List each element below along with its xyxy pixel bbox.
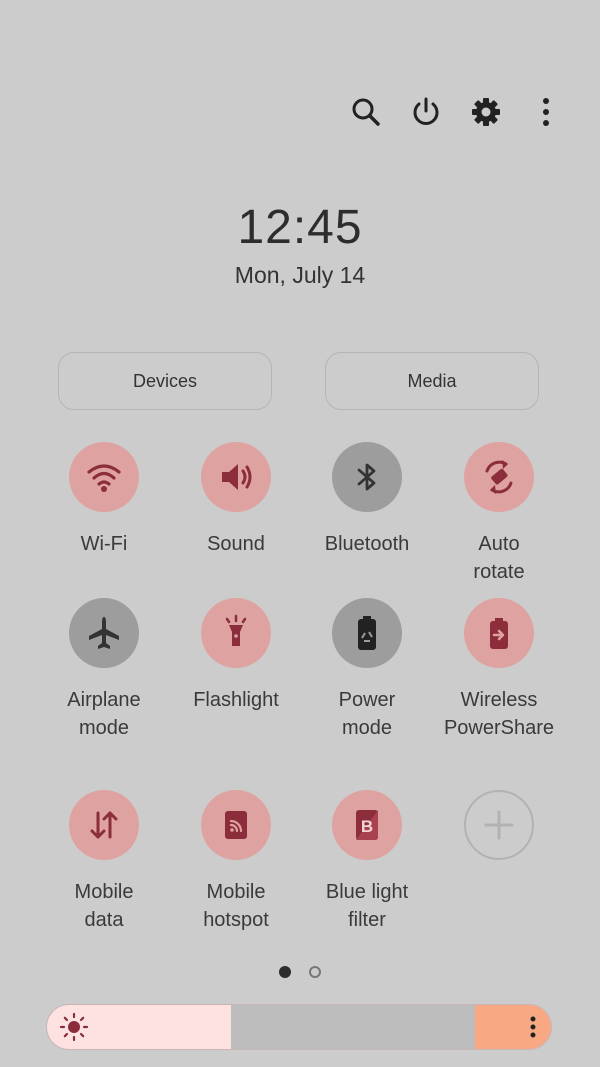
- wifi-icon: [87, 464, 121, 492]
- flashlight-icon: [225, 614, 247, 646]
- tile-label: Flashlight: [193, 689, 279, 711]
- brightness-fill[interactable]: [47, 1005, 231, 1049]
- tile-label: Mobile data: [74, 881, 134, 931]
- blue-light-filter-icon: B: [356, 810, 378, 840]
- mobile-hotspot-toggle[interactable]: [201, 790, 271, 860]
- auto-rotate-toggle[interactable]: [464, 442, 534, 512]
- tile-auto-rotate: Auto rotate: [434, 442, 564, 586]
- media-button[interactable]: Media: [325, 352, 539, 410]
- flashlight-toggle[interactable]: [201, 598, 271, 668]
- tile-mobile-hotspot: Mobile hotspot: [171, 790, 301, 934]
- tile-label: Mobile hotspot: [203, 881, 269, 931]
- tile-wireless-powershare: Wireless PowerShare: [434, 598, 564, 742]
- powershare-icon: [490, 618, 508, 649]
- search-icon[interactable]: [348, 92, 384, 132]
- airplane-toggle[interactable]: [69, 598, 139, 668]
- page-dot-2[interactable]: [309, 966, 321, 978]
- power-icon[interactable]: [408, 92, 444, 132]
- tile-wifi: Wi-Fi: [39, 442, 169, 558]
- bluetooth-toggle[interactable]: [332, 442, 402, 512]
- tile-label: Wireless PowerShare: [443, 689, 555, 739]
- airplane-icon: [89, 617, 119, 649]
- tile-power-mode: Power mode: [302, 598, 432, 742]
- brightness-options-button[interactable]: [475, 1005, 551, 1049]
- battery-recycle-icon: [358, 616, 376, 650]
- clock-time[interactable]: 12:45: [0, 200, 600, 255]
- sun-icon: [59, 1012, 89, 1042]
- tile-add: [434, 790, 564, 860]
- auto-rotate-icon: [485, 460, 513, 494]
- clock-date[interactable]: Mon, July 14: [0, 262, 600, 289]
- bluetooth-icon: [357, 463, 376, 491]
- tile-label: Wi-Fi: [80, 533, 128, 555]
- tile-label: Bluetooth: [324, 533, 410, 555]
- tile-mobile-data: Mobile data: [39, 790, 169, 934]
- wifi-toggle[interactable]: [69, 442, 139, 512]
- brightness-slider[interactable]: [46, 1004, 552, 1050]
- page-indicator: [0, 966, 600, 978]
- tile-bluetooth: Bluetooth: [302, 442, 432, 558]
- settings-icon[interactable]: [468, 92, 504, 132]
- add-tile-button[interactable]: [464, 790, 534, 860]
- tile-label: Sound: [207, 533, 265, 555]
- wireless-powershare-toggle[interactable]: [464, 598, 534, 668]
- tile-blue-light-filter: B Blue light filter: [302, 790, 432, 934]
- speaker-icon: [222, 464, 252, 490]
- hotspot-icon: [225, 811, 247, 839]
- tile-airplane: Airplane mode: [39, 598, 169, 742]
- more-options-icon[interactable]: [528, 92, 564, 132]
- data-arrows-icon: [90, 811, 118, 839]
- mobile-data-toggle[interactable]: [69, 790, 139, 860]
- devices-button[interactable]: Devices: [58, 352, 272, 410]
- blue-light-filter-toggle[interactable]: B: [332, 790, 402, 860]
- top-actions: [348, 92, 564, 132]
- power-mode-toggle[interactable]: [332, 598, 402, 668]
- add-icon: [484, 810, 514, 840]
- tile-label: Power mode: [338, 689, 396, 739]
- tile-flashlight: Flashlight: [171, 598, 301, 714]
- tile-label: Airplane mode: [67, 689, 141, 739]
- svg-text:B: B: [361, 817, 373, 836]
- page-dot-1[interactable]: [279, 966, 291, 978]
- tile-label: Blue light filter: [325, 881, 409, 931]
- sound-toggle[interactable]: [201, 442, 271, 512]
- tile-sound: Sound: [171, 442, 301, 558]
- brightness-track[interactable]: [231, 1005, 475, 1049]
- tile-label: Auto rotate: [473, 533, 525, 583]
- more-options-icon: [530, 1016, 536, 1038]
